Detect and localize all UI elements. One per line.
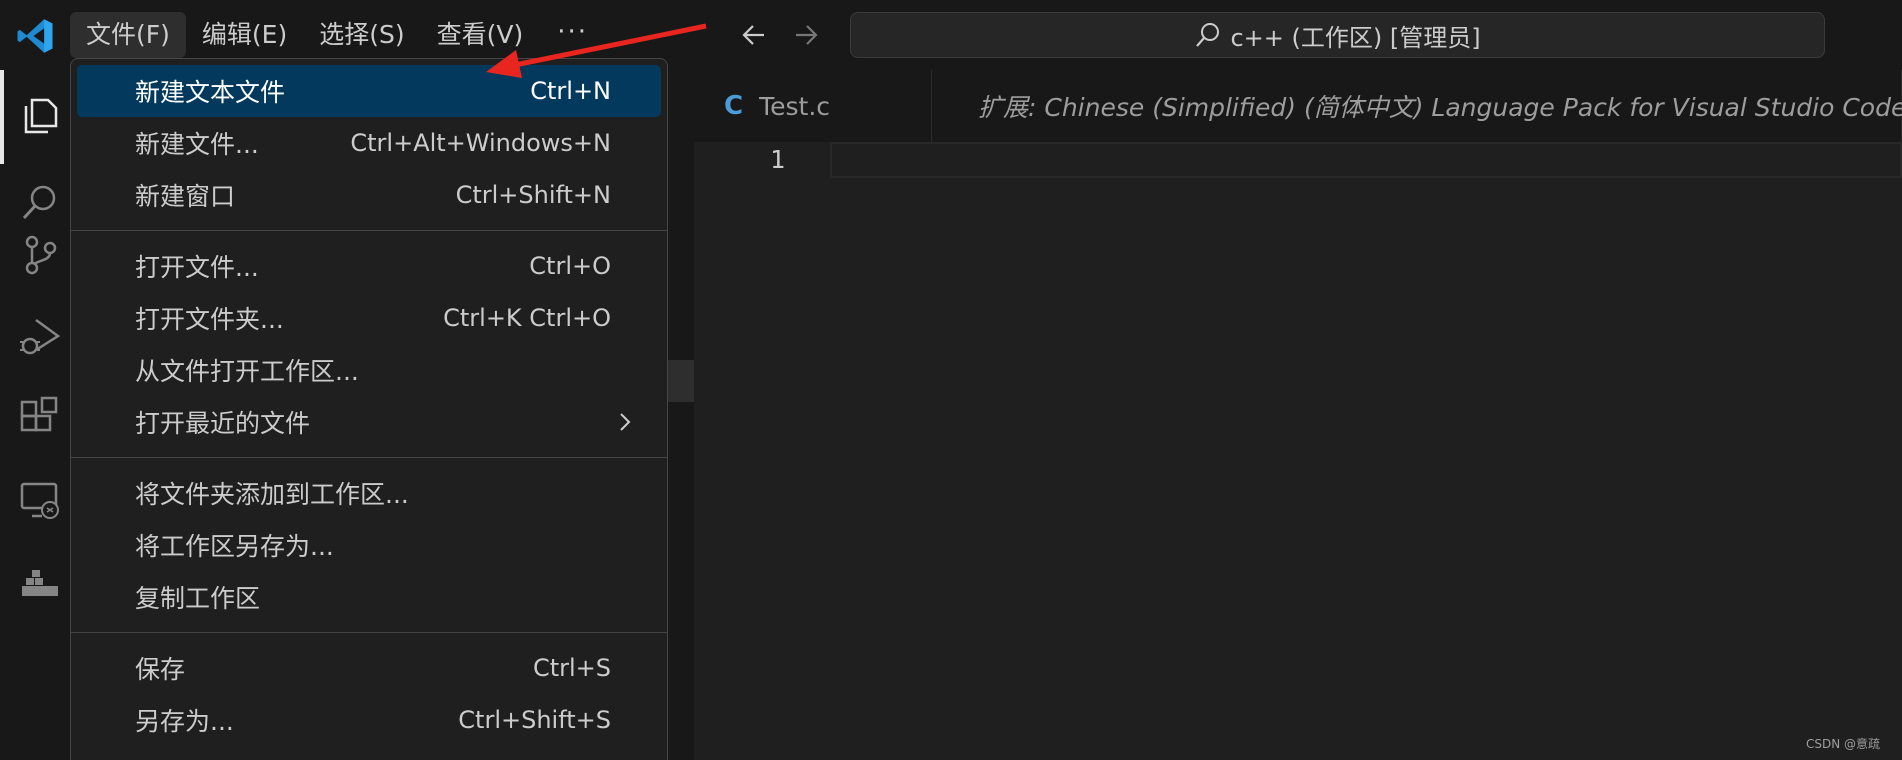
- menu-item-open-recent[interactable]: 打开最近的文件: [77, 396, 661, 448]
- menu-separator: [71, 230, 667, 231]
- tab-extension-language-pack[interactable]: 扩展: Chinese (Simplified) (简体中文) Language…: [932, 70, 1902, 142]
- workspace-title: c++ (工作区) [管理员]: [1230, 23, 1481, 52]
- menu-item-new-file[interactable]: 新建文件... Ctrl+Alt+Windows+N: [77, 117, 661, 169]
- annotation-arrow: [486, 23, 707, 78]
- tab-label: 扩展: Chinese (Simplified) (简体中文) Language…: [978, 93, 1902, 122]
- menu-item-label: 将文件夹添加到工作区...: [135, 480, 409, 509]
- menu-item-open-workspace-from-file[interactable]: 从文件打开工作区...: [77, 344, 661, 396]
- editor-tab-bar: C Test.c 扩展: Chinese (Simplified) (简体中文)…: [694, 70, 1902, 142]
- menu-item-shortcut: Ctrl+Shift+S: [458, 706, 611, 734]
- active-view-indicator: [0, 70, 4, 164]
- menu-item-label: 从文件打开工作区...: [135, 357, 359, 386]
- vscode-window: 文件(F) 编辑(E) 选择(S) 查看(V) ··· c++ (工作区) [管…: [0, 0, 1902, 760]
- sidebar-scrollbar[interactable]: [668, 360, 694, 402]
- menu-item-shortcut: Ctrl+K Ctrl+O: [443, 304, 611, 332]
- menu-item-label: 将工作区另存为...: [135, 532, 334, 561]
- activity-bar: [0, 70, 72, 760]
- menu-item-label: 复制工作区: [135, 584, 261, 613]
- source-control-icon[interactable]: [18, 232, 62, 276]
- extensions-icon[interactable]: [18, 396, 62, 440]
- remote-explorer-icon[interactable]: [18, 478, 62, 522]
- back-arrow-icon[interactable]: [738, 19, 770, 51]
- menu-item-save[interactable]: 保存 Ctrl+S: [77, 642, 661, 694]
- watermark: CSDN @意疏: [1805, 737, 1880, 751]
- tab-label: Test.c: [759, 91, 831, 121]
- docker-icon[interactable]: [18, 566, 62, 610]
- menu-separator: [71, 457, 667, 458]
- search-icon[interactable]: [18, 180, 62, 224]
- menu-item-new-window[interactable]: 新建窗口 Ctrl+Shift+N: [77, 169, 661, 221]
- command-center-search[interactable]: c++ (工作区) [管理员]: [850, 12, 1825, 58]
- c-file-icon: C: [724, 91, 744, 121]
- menu-item-label: 保存: [135, 655, 186, 684]
- menu-item-save-workspace-as[interactable]: 将工作区另存为...: [77, 519, 661, 571]
- file-menu-dropdown: 新建文本文件 Ctrl+N 新建文件... Ctrl+Alt+Windows+N…: [70, 58, 668, 760]
- line-number: 1: [770, 145, 786, 174]
- menu-item-label: 另存为...: [135, 707, 234, 736]
- menu-item-shortcut: Ctrl+Shift+N: [455, 181, 611, 209]
- menu-selection[interactable]: 选择(S): [303, 12, 420, 58]
- search-icon: [1196, 23, 1220, 47]
- tab-test-c[interactable]: C Test.c: [694, 70, 932, 142]
- menu-item-save-as[interactable]: 另存为... Ctrl+Shift+S: [77, 694, 661, 746]
- run-debug-icon[interactable]: [18, 314, 62, 358]
- menu-item-label: 新建窗口: [135, 182, 236, 211]
- menu-item-label: 打开文件...: [135, 253, 259, 282]
- menu-item-label: 新建文件...: [135, 130, 259, 159]
- chevron-right-icon: [620, 413, 631, 431]
- menu-edit[interactable]: 编辑(E): [186, 12, 303, 58]
- current-line-highlight: [830, 142, 1902, 178]
- vscode-logo-icon: [17, 19, 53, 53]
- menu-separator: [71, 632, 667, 633]
- editor-area[interactable]: [694, 142, 1902, 760]
- menu-item-label: 打开文件夹...: [135, 305, 284, 334]
- menu-item-label: 打开最近的文件: [135, 409, 311, 438]
- explorer-icon[interactable]: [18, 92, 62, 136]
- menu-item-open-folder[interactable]: 打开文件夹... Ctrl+K Ctrl+O: [77, 292, 661, 344]
- menu-file[interactable]: 文件(F): [70, 12, 186, 58]
- menu-item-shortcut: Ctrl+O: [529, 252, 611, 280]
- menu-item-shortcut: Ctrl+Alt+Windows+N: [350, 129, 611, 157]
- forward-arrow-icon[interactable]: [790, 19, 822, 51]
- menu-item-duplicate-workspace[interactable]: 复制工作区: [77, 571, 661, 623]
- menu-item-add-folder-to-workspace[interactable]: 将文件夹添加到工作区...: [77, 467, 661, 519]
- menu-item-open-file[interactable]: 打开文件... Ctrl+O: [77, 240, 661, 292]
- menu-item-shortcut: Ctrl+S: [532, 654, 611, 682]
